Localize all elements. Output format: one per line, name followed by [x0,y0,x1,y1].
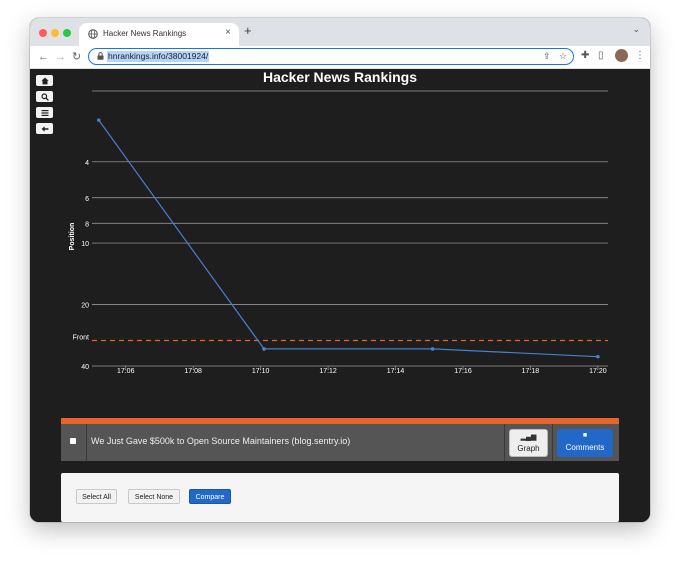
tab-bar: Hacker News Rankings × + ⌄ [30,18,650,46]
y-axis-label: Position [69,223,76,251]
tab-title: Hacker News Rankings [103,29,187,38]
page-content: Hacker News Rankings 4 6 8 10 20 40 17:06 17:08… [30,69,650,522]
x-tick-label: 17:08 [184,368,202,375]
tab-close-icon[interactable]: × [225,27,231,38]
globe-icon [88,29,98,39]
actions-panel: Select All Select None Compare [61,473,619,522]
x-tick-label: 17:14 [387,368,405,375]
comments-button[interactable]: ■ Comments [557,429,613,457]
profile-avatar[interactable] [615,49,628,62]
graph-button[interactable]: ▂▄▆ Graph [509,429,548,457]
ranking-series-line [98,119,598,358]
browser-toolbar: ← → ↻ hnrankings.info/38001924/ ⇪ ☆ ✚ ▯ … [30,46,650,69]
x-tick-label: 17:06 [117,368,135,375]
ranking-data-point [96,118,101,122]
front-page-label: Front [73,334,89,341]
tab-search-chevron-icon[interactable]: ⌄ [632,24,640,35]
back-button[interactable]: ← [38,50,49,64]
select-all-button[interactable]: Select All [76,489,117,504]
y-tick-label: 40 [81,364,89,371]
x-tick-label: 17:16 [454,368,472,375]
zoom-window-button[interactable] [63,29,71,37]
select-none-button[interactable]: Select None [128,489,180,504]
bookmark-star-icon[interactable]: ☆ [559,51,567,62]
y-tick-label: 6 [85,196,89,203]
story-title[interactable]: We Just Gave $500k to Open Source Mainta… [91,436,350,446]
x-tick-label: 17:10 [252,368,270,375]
ranking-data-point [262,347,266,351]
url-text[interactable]: hnrankings.info/38001924/ [107,51,210,62]
browser-window: Hacker News Rankings × + ⌄ ← → ↻ hnranki… [30,18,650,522]
new-tab-button[interactable]: + [244,24,252,38]
browser-menu-icon[interactable]: ⋮ [635,50,645,61]
lock-icon [97,52,104,60]
graph-button-label: Graph [517,444,540,453]
side-panel-icon[interactable]: ▯ [598,50,604,61]
share-icon[interactable]: ⇪ [543,51,551,62]
divider [552,424,553,461]
tab-hacker-news-rankings[interactable]: Hacker News Rankings × [79,23,239,46]
compare-button[interactable]: Compare [189,489,231,504]
ranking-chart: 4 6 8 10 20 40 17:06 17:08 17:10 17:12 17:14 17:16 1… [69,90,608,375]
comments-button-label: Comments [565,443,605,452]
y-tick-label: 4 [85,160,89,167]
x-tick-label: 17:18 [522,368,540,375]
story-checkbox[interactable] [70,438,76,444]
comment-icon: ■ [582,432,588,439]
forward-button[interactable]: → [55,50,66,64]
divider [504,424,505,461]
y-tick-label: 20 [81,303,89,310]
bar-chart-icon: ▂▄▆ [520,434,537,441]
divider [86,424,87,461]
minimize-window-button[interactable] [51,29,59,37]
y-tick-label: 10 [81,241,89,248]
x-tick-label: 17:12 [319,368,337,375]
reload-button[interactable]: ↻ [72,50,81,64]
x-tick-label: 17:20 [589,368,607,375]
close-window-button[interactable] [39,29,47,37]
y-tick-label: 8 [85,221,89,228]
ranking-data-point [430,347,435,351]
story-row: We Just Gave $500k to Open Source Mainta… [61,424,619,461]
ranking-data-point [596,354,600,359]
extensions-puzzle-icon[interactable]: ✚ [581,50,589,61]
address-bar[interactable]: hnrankings.info/38001924/ ⇪ ☆ [88,48,574,65]
